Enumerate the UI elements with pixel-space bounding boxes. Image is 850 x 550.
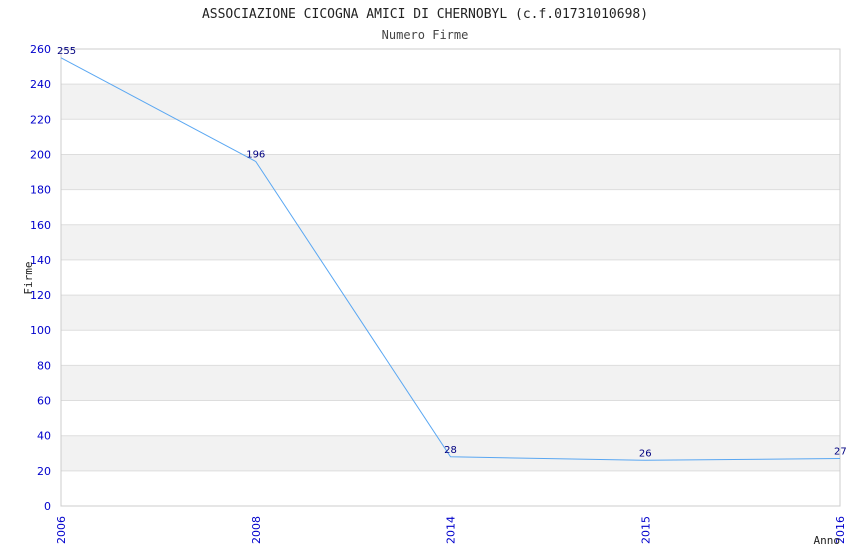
plot-band <box>61 330 840 366</box>
x-tick-label: 2006 <box>55 516 68 544</box>
y-tick-label: 260 <box>30 43 51 56</box>
x-tick-label: 2015 <box>639 516 652 544</box>
plot-band <box>61 119 840 155</box>
y-tick-label: 20 <box>37 465 51 478</box>
y-tick-label: 180 <box>30 184 51 197</box>
data-label: 27 <box>834 447 847 458</box>
y-tick-label: 200 <box>30 148 51 161</box>
line-chart: ASSOCIAZIONE CICOGNA AMICI DI CHERNOBYL … <box>22 7 847 547</box>
data-label: 28 <box>444 445 457 456</box>
plot-band <box>61 365 840 401</box>
data-label: 26 <box>639 448 652 459</box>
chart-title: ASSOCIAZIONE CICOGNA AMICI DI CHERNOBYL … <box>202 7 648 22</box>
plot-band <box>61 224 840 260</box>
plot-band <box>61 49 840 85</box>
y-tick-label: 60 <box>37 395 51 408</box>
y-tick-label: 80 <box>37 359 51 372</box>
y-tick-label: 220 <box>30 113 51 126</box>
plot-band <box>61 259 840 296</box>
plot-background <box>61 49 840 506</box>
x-tick-label: 2008 <box>250 516 263 544</box>
y-tick-label: 240 <box>30 78 51 91</box>
plot-band <box>61 295 840 331</box>
x-tick-label: 2014 <box>445 516 458 544</box>
plot-band <box>61 84 840 120</box>
plot-band <box>61 400 840 436</box>
x-axis-ticks: 2006 2008 2014 2015 2016 <box>55 516 847 544</box>
plot-band <box>61 189 840 225</box>
y-tick-label: 0 <box>44 500 51 513</box>
data-label: 255 <box>57 46 76 57</box>
plot-band <box>61 154 840 190</box>
y-axis-title: Firme <box>22 261 35 294</box>
chart-subtitle: Numero Firme <box>382 28 469 42</box>
y-tick-label: 100 <box>30 324 51 337</box>
plot-band <box>61 470 840 506</box>
data-label: 196 <box>246 149 265 160</box>
y-tick-label: 40 <box>37 430 51 443</box>
x-axis-title: Anno <box>814 534 841 547</box>
y-tick-label: 160 <box>30 219 51 232</box>
